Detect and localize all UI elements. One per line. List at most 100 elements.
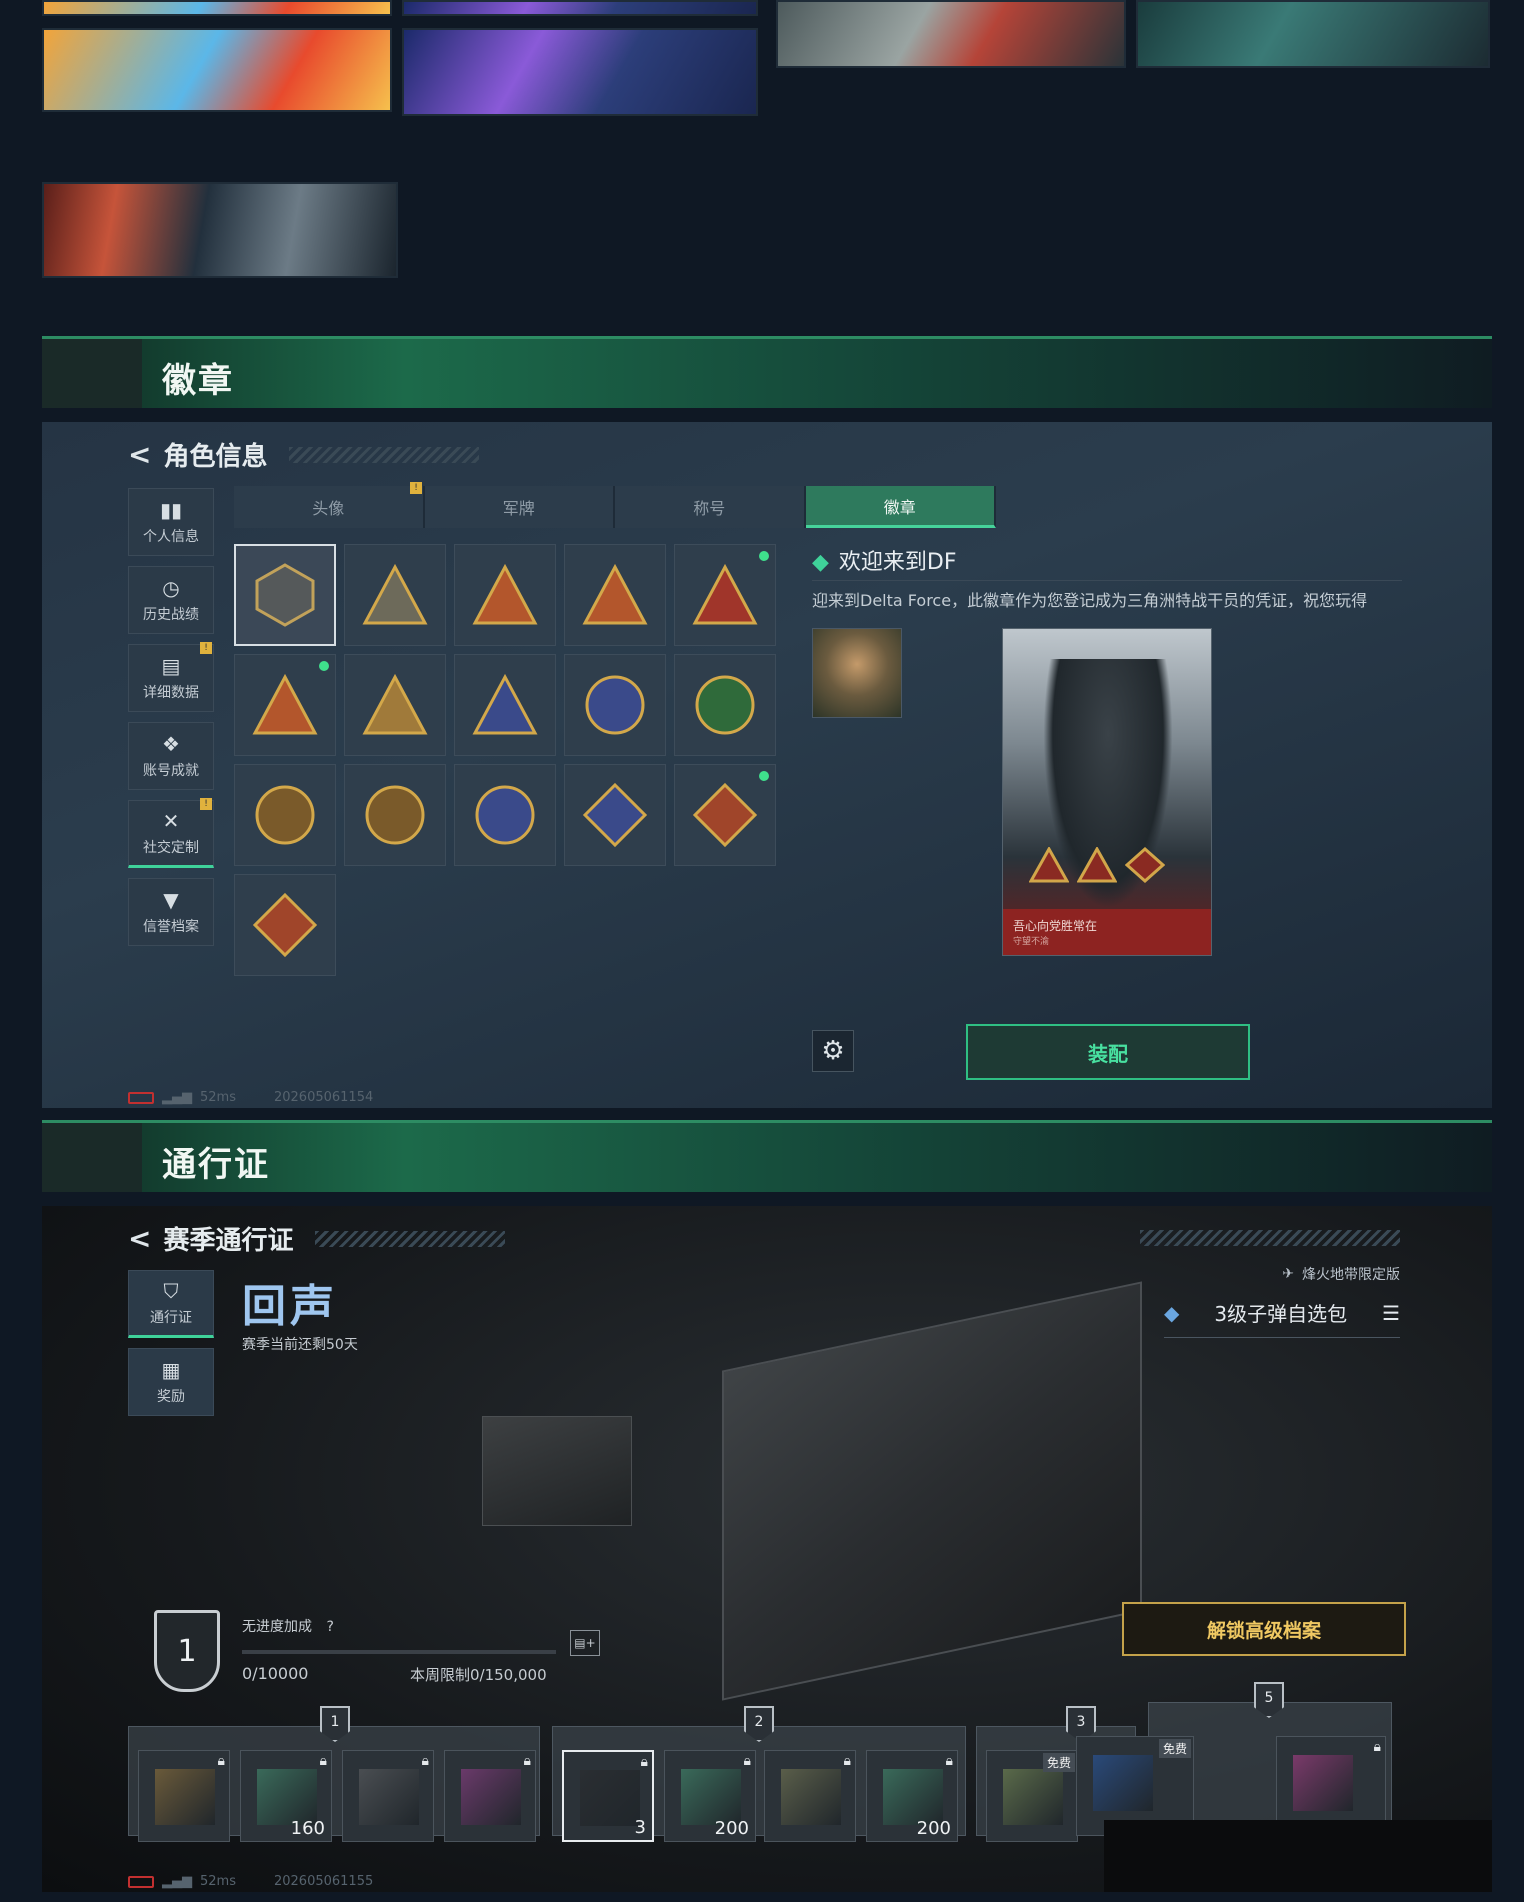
badge-detail-title: ◆ 欢迎来到DF	[812, 544, 957, 576]
badge-slot[interactable]	[674, 654, 776, 756]
reward-item[interactable]: 🔒︎	[764, 1750, 856, 1842]
bar-chart-icon: ▮▮	[159, 498, 182, 522]
reward-quantity: 160	[290, 1818, 325, 1839]
reward-image	[257, 1769, 317, 1825]
event-thumbnail-7[interactable]	[42, 182, 398, 278]
shield-down-icon: ▼	[163, 888, 179, 912]
tab-bar: 头像 军牌 称号 徽章	[234, 486, 996, 528]
badge-slot[interactable]	[564, 544, 666, 646]
badge-icon	[362, 563, 428, 625]
tab-badge[interactable]: 徽章	[805, 486, 996, 528]
lock-icon: 🔒︎	[843, 1753, 851, 1769]
helicopter-icon: ✈	[1282, 1266, 1294, 1282]
sidebar-item-achievements[interactable]: ❖ 账号成就	[128, 722, 214, 790]
badge-slot[interactable]	[234, 764, 336, 866]
badge-slot[interactable]	[674, 764, 776, 866]
badge-detail-title-text: 欢迎来到DF	[838, 550, 957, 575]
event-thumbnail-2[interactable]	[402, 0, 758, 16]
reward-item[interactable]: 🔒︎	[444, 1750, 536, 1842]
sidebar-item-details[interactable]: ▤ 详细数据	[128, 644, 214, 712]
event-thumbnail-4[interactable]	[402, 28, 758, 116]
sidebar-item-profile[interactable]: ▮▮ 个人信息	[128, 488, 214, 556]
lock-icon: 🔒︎	[945, 1753, 953, 1769]
help-icon[interactable]: ?	[326, 1619, 333, 1635]
badge-slot[interactable]	[234, 874, 336, 976]
reward-image	[1293, 1755, 1353, 1811]
badge-slot[interactable]	[344, 544, 446, 646]
weekly-limit: 本周限制0/150,000	[410, 1666, 547, 1684]
decorative-stripes	[1140, 1230, 1400, 1246]
sidebar-item-rewards[interactable]: ▦ 奖励	[128, 1348, 214, 1416]
sidebar-item-social[interactable]: ✕ 社交定制	[128, 800, 214, 868]
notification-badge: !	[200, 642, 212, 654]
badge-icon	[365, 785, 425, 845]
medal-icon: ❖	[162, 732, 180, 756]
status-bar: ▂▄▆ 52ms 202605061155	[128, 1874, 373, 1889]
new-indicator	[319, 661, 329, 671]
reward-item[interactable]: 🔒︎	[342, 1750, 434, 1842]
badge-slot[interactable]	[234, 654, 336, 756]
card-caption-text: 吾心向党胜常在	[1013, 919, 1098, 933]
tab-title[interactable]: 称号	[615, 486, 806, 528]
status-bar: ▂▄▆ 52ms 202605061154	[128, 1090, 373, 1105]
reward-item[interactable]: 🔒︎ 160	[240, 1750, 332, 1842]
reward-item[interactable]: 🔒︎ 3	[562, 1750, 654, 1842]
badge-slot[interactable]	[454, 544, 556, 646]
reward-image	[781, 1769, 841, 1825]
page-title: 赛季通行证	[163, 1226, 294, 1256]
sidebar-item-label: 个人信息	[143, 529, 199, 545]
sidebar-item-credit[interactable]: ▼ 信誉档案	[128, 878, 214, 946]
badge-slot[interactable]	[234, 544, 336, 646]
ammo-crate-image	[722, 1281, 1142, 1701]
badge-slot[interactable]	[564, 764, 666, 866]
reward-title[interactable]: ◆ 3级子弹自选包 ☰	[1164, 1298, 1400, 1338]
back-button[interactable]: < 赛季通行证	[128, 1220, 506, 1257]
reward-image	[359, 1769, 419, 1825]
reward-image	[155, 1769, 215, 1825]
season-remaining: 赛季当前还剩50天	[242, 1337, 358, 1353]
avatar[interactable]	[812, 628, 902, 718]
new-indicator	[759, 551, 769, 561]
free-tag: 免费	[1158, 1739, 1191, 1758]
tab-avatar[interactable]: 头像	[234, 486, 425, 528]
reward-image	[681, 1769, 741, 1825]
sidebar-item-pass[interactable]: ⛉ 通行证	[128, 1270, 214, 1338]
page-title: 角色信息	[163, 442, 268, 472]
free-tag: 免费	[1042, 1753, 1075, 1772]
badge-slot[interactable]	[674, 544, 776, 646]
equip-button[interactable]: 装配	[966, 1024, 1250, 1080]
sidebar-item-history[interactable]: ◷ 历史战绩	[128, 566, 214, 634]
xp-boost-icon[interactable]: ▤+	[570, 1630, 600, 1656]
badge-slot[interactable]	[344, 764, 446, 866]
card-sub-text: 守望不渝	[1013, 937, 1050, 947]
badge-slot[interactable]	[454, 764, 556, 866]
gear-icon[interactable]: ⚙	[812, 1030, 854, 1072]
sidebar-item-label: 社交定制	[143, 840, 199, 856]
chevron-left-icon: <	[128, 1222, 152, 1255]
badge-slot[interactable]	[564, 654, 666, 756]
event-thumbnail-5[interactable]	[776, 0, 1126, 68]
limited-edition-tag: ✈ 烽火地带限定版	[1282, 1264, 1400, 1284]
lock-icon: 🔒︎	[1373, 1739, 1381, 1755]
event-thumbnail-3[interactable]	[42, 28, 392, 112]
progress-bonus: 无进度加成 ?	[242, 1616, 334, 1636]
reward-item[interactable]: 🔒︎ 200	[866, 1750, 958, 1842]
list-icon[interactable]: ☰	[1382, 1301, 1400, 1325]
new-indicator	[759, 771, 769, 781]
event-thumbnail-1[interactable]	[42, 0, 392, 16]
sidebar-item-label: 账号成就	[143, 763, 199, 779]
badge-icon	[472, 673, 538, 735]
badge-slot[interactable]	[344, 654, 446, 756]
tab-dogtag[interactable]: 军牌	[424, 486, 615, 528]
badge-3-icon	[1125, 847, 1165, 883]
badge-icon	[585, 675, 645, 735]
badge-1-icon	[1029, 847, 1069, 883]
reward-item[interactable]: 🔒︎	[138, 1750, 230, 1842]
badge-slot[interactable]	[454, 654, 556, 756]
back-button[interactable]: < 角色信息	[128, 436, 480, 473]
reward-item[interactable]: 🔒︎ 200	[664, 1750, 756, 1842]
event-thumbnail-6[interactable]	[1136, 0, 1490, 68]
reward-item[interactable]: 免费	[986, 1750, 1078, 1842]
unlock-premium-button[interactable]: 解锁高级档案	[1122, 1602, 1406, 1656]
notification-badge: !	[200, 798, 212, 810]
